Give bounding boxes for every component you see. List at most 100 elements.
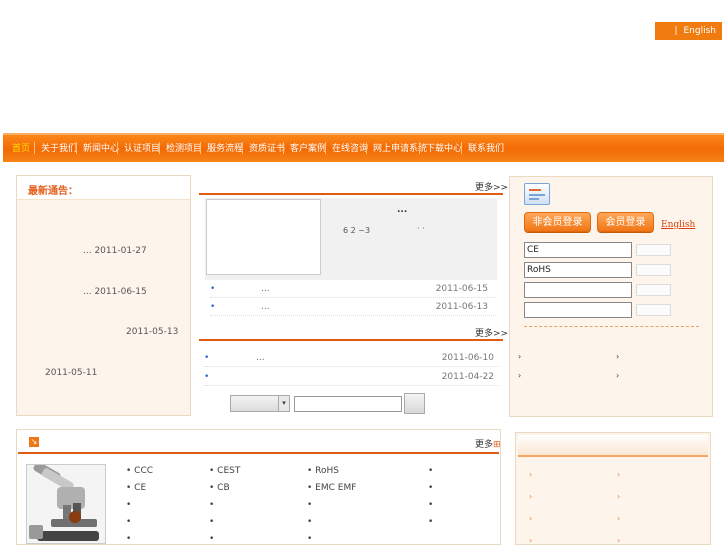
cert-link[interactable]: • [126,534,131,544]
login-field[interactable]: CE [524,242,632,258]
login-field-side[interactable] [636,284,671,296]
cert-link-emc[interactable]: • EMC EMF [307,483,356,493]
english-link[interactable]: English [684,26,717,36]
notice-item[interactable]: 2011-05-13 [126,327,178,337]
chevron-right-icon[interactable]: › [529,514,532,523]
english-login-link[interactable]: English [661,220,695,230]
notice-item[interactable]: ... 2011-06-15 [83,287,147,297]
featured-image[interactable] [206,199,321,275]
cert-link[interactable]: • [209,517,214,527]
member-login-button[interactable]: 会员登录 [597,212,654,232]
lang-separator: | [674,26,678,36]
chevron-right-icon[interactable]: › [617,470,620,479]
nav-item-news[interactable]: 新闻中心 [83,142,119,156]
login-field-side[interactable] [636,264,671,276]
search-input[interactable] [294,396,402,412]
chevron-right-icon[interactable]: › [518,352,521,361]
cert-link[interactable]: • [428,500,433,510]
featured-title[interactable]: ... [397,205,407,215]
nav-divider [242,142,243,154]
search-category-select[interactable]: ▾ [230,395,290,412]
notices-header: 最新通告： [17,176,190,200]
search-button[interactable] [404,393,425,414]
news-row[interactable]: • ... 2011-06-15 [210,280,496,298]
chevron-right-icon[interactable]: › [617,536,620,545]
login-field-side[interactable] [636,304,671,316]
chevron-right-icon[interactable]: › [518,371,521,380]
notice-item[interactable]: 2011-05-11 [45,368,97,378]
cert-label[interactable]: CEST [217,466,240,476]
news-row[interactable]: • 2011-04-22 [204,368,500,386]
cert-link[interactable]: • [428,483,433,493]
cert-link-ce[interactable]: • CE [126,483,146,493]
news-row[interactable]: • ... 2011-06-10 [204,349,500,367]
cert-label[interactable]: CB [217,483,229,493]
cert-link-ccc[interactable]: • CCC [126,466,153,476]
cert-link[interactable]: • [209,534,214,544]
microscope-image[interactable] [26,464,106,544]
cert-link[interactable]: • [126,500,131,510]
cert-link[interactable]: • [307,500,312,510]
nav-item-process[interactable]: 服务流程 [207,142,243,156]
news-date: 2011-04-22 [441,372,494,382]
news-title[interactable]: ... [261,284,270,294]
cert-label[interactable]: EMC EMF [315,483,356,493]
plus-icon[interactable]: ⊞ [493,440,501,450]
nav-item-certification[interactable]: 认证项目 [124,142,160,156]
more-label[interactable]: 更多 [475,440,493,450]
chevron-right-icon[interactable]: › [617,514,620,523]
cert-link[interactable]: • [209,500,214,510]
news-row[interactable]: • ... 2011-06-13 [210,298,496,316]
nav-divider [419,142,420,154]
cert-link[interactable]: • [428,517,433,527]
nav-item-home[interactable]: 首页 [12,142,30,156]
nav-divider [159,142,160,154]
chevron-right-icon[interactable]: › [616,371,619,380]
products-more-link[interactable]: 更多⊞ [475,437,501,450]
nav-item-cases[interactable]: 客户案例 [290,142,326,156]
chevron-right-icon[interactable]: › [529,536,532,545]
chevron-right-icon[interactable]: › [529,470,532,479]
news-date: 2011-06-13 [435,302,488,312]
cert-label[interactable]: CCC [134,466,153,476]
news-more-link[interactable]: 更多>> [475,326,508,339]
nav-item-contact[interactable]: 联系我们 [468,142,504,156]
news-title[interactable]: ... [256,353,265,363]
chevron-down-icon[interactable]: ▾ [278,396,289,411]
login-field[interactable] [524,302,632,318]
cert-label[interactable]: RoHS [315,466,339,476]
nav-divider [117,142,118,154]
cert-link-cb[interactable]: • CB [209,483,230,493]
section-rule [199,339,503,341]
news-title[interactable]: ... [261,302,270,312]
cert-link[interactable]: • [428,466,433,476]
dashed-divider [524,326,699,327]
notice-item[interactable]: ... 2011-01-27 [83,246,147,256]
cert-link[interactable]: • [307,517,312,527]
login-field[interactable]: RoHS [524,262,632,278]
cert-link[interactable]: • [307,534,312,544]
chevron-right-icon[interactable]: › [617,492,620,501]
chevron-right-icon[interactable]: › [529,492,532,501]
chevron-right-icon[interactable]: › [616,352,619,361]
nav-item-testing[interactable]: 检测项目 [166,142,202,156]
bullet-icon: • [204,353,210,363]
nav-item-qualifications[interactable]: 资质证书 [249,142,285,156]
login-field-side[interactable] [636,244,671,256]
cert-link[interactable]: • [126,517,131,527]
login-field[interactable] [524,282,632,298]
cert-link-cest[interactable]: • CEST [209,466,240,476]
nav-item-about[interactable]: 关于我们 [41,142,77,156]
nav-item-consult[interactable]: 在线咨询 [332,142,368,156]
services-panel [515,432,711,545]
featured-summary: 6 2 ~3 [343,226,371,235]
nav-item-download[interactable]: 下载中心 [426,142,462,156]
nonmember-login-button[interactable]: 非会员登录 [524,212,591,232]
news-date: 2011-06-15 [435,284,488,294]
nav-highlight-line [3,133,724,135]
language-bar[interactable]: | English [655,22,722,40]
news-more-link[interactable]: 更多>> [475,180,508,193]
nav-divider [200,142,201,154]
cert-label[interactable]: CE [134,483,146,493]
cert-link-rohs[interactable]: • RoHS [307,466,339,476]
